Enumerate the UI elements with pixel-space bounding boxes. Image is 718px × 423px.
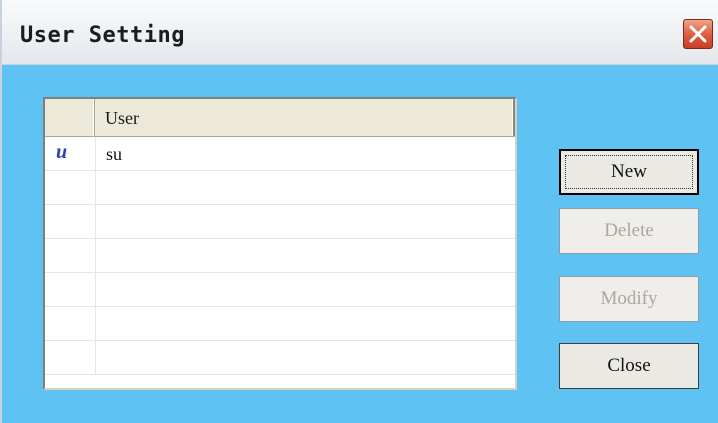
close-icon[interactable] (683, 19, 713, 49)
modify-button[interactable]: Modify (559, 276, 699, 322)
user-setting-dialog: User Setting User u su New Delete Modify… (0, 0, 718, 423)
new-button-label: New (611, 161, 647, 182)
list-row-empty (45, 341, 515, 375)
column-separator (95, 137, 96, 171)
user-column-header[interactable]: User (95, 99, 515, 136)
list-row-empty (45, 171, 515, 205)
list-row-empty (45, 239, 515, 273)
new-button[interactable]: New (559, 149, 699, 195)
list-row-empty (45, 307, 515, 341)
close-button[interactable]: Close (559, 343, 699, 389)
user-name: su (106, 144, 123, 164)
delete-button-label: Delete (604, 220, 654, 241)
list-row-empty (45, 273, 515, 307)
icon-column-header[interactable] (45, 99, 95, 136)
user-icon: u (56, 141, 68, 163)
delete-button[interactable]: Delete (559, 208, 699, 254)
close-button-label: Close (607, 355, 651, 376)
list-row-empty (45, 205, 515, 239)
user-column-label: User (105, 108, 139, 128)
list-header: User (45, 99, 515, 137)
window-title: User Setting (20, 23, 185, 48)
user-list[interactable]: User u su (43, 97, 517, 390)
modify-button-label: Modify (600, 288, 658, 309)
title-bar[interactable]: User Setting (2, 0, 718, 65)
list-row[interactable]: u su (45, 137, 515, 171)
